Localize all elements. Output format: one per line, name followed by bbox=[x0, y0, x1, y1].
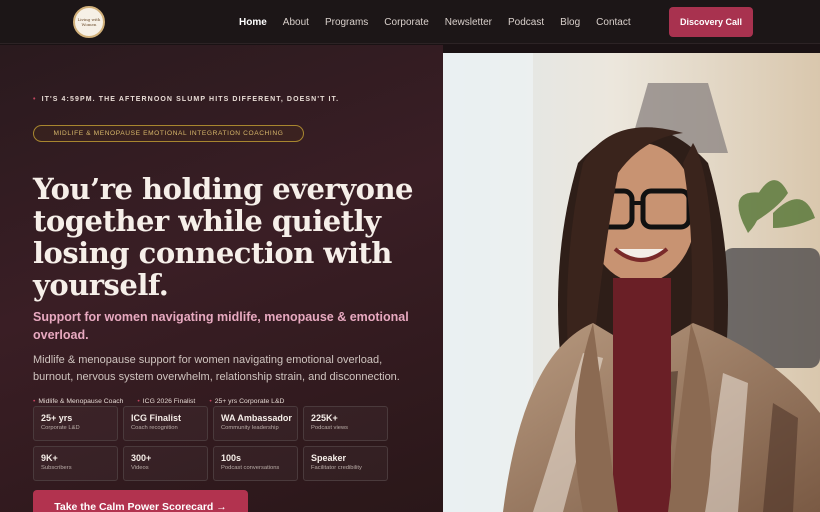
stat-value: Speaker bbox=[311, 453, 347, 463]
nav-newsletter[interactable]: Newsletter bbox=[445, 17, 492, 28]
stat-value: 225K+ bbox=[311, 413, 338, 423]
stat-label: Coach recognition bbox=[131, 425, 178, 431]
stat-value: 9K+ bbox=[41, 453, 58, 463]
nav-programs[interactable]: Programs bbox=[325, 17, 368, 28]
tag-text: Midlife & Menopause Coach bbox=[38, 397, 124, 405]
headline-line: yourself. bbox=[33, 268, 169, 302]
bullet-dot-icon: • bbox=[137, 397, 140, 405]
credential-tags: • Midlife & Menopause Coach • ICG 2026 Fin… bbox=[33, 396, 298, 406]
headline-line: losing connection with bbox=[33, 236, 392, 270]
hero-headline: You’re holding everyone together while q… bbox=[33, 173, 433, 301]
stat-label: Podcast conversations bbox=[221, 465, 280, 471]
stats-grid: 25+ yrs Corporate L&D ICG Finalist Coach r… bbox=[33, 406, 388, 481]
stat-value: WA Ambassador bbox=[221, 413, 292, 423]
stat-label: Podcast views bbox=[311, 425, 349, 431]
stat-card: 300+ Videos bbox=[123, 446, 208, 481]
stat-value: 100s bbox=[221, 453, 242, 463]
stat-label: Corporate L&D bbox=[41, 425, 80, 431]
stat-value: ICG Finalist bbox=[131, 413, 182, 423]
site-logo[interactable]: Living with Women bbox=[73, 6, 105, 38]
nav-corporate[interactable]: Corporate bbox=[384, 17, 428, 28]
headline-line: You’re holding everyone bbox=[33, 172, 414, 206]
coaching-pill-badge: MIDLIFE & MENOPAUSE EMOTIONAL INTEGRATIO… bbox=[33, 125, 304, 142]
discovery-call-button[interactable]: Discovery Call bbox=[669, 7, 753, 37]
credential-tag: • Midlife & Menopause Coach bbox=[33, 398, 123, 405]
stat-card: 225K+ Podcast views bbox=[303, 406, 388, 441]
kicker-text: IT'S 4:59PM. THE AFTERNOON SLUMP HITS DI… bbox=[41, 96, 340, 103]
stat-label: Videos bbox=[131, 465, 149, 471]
scorecard-button[interactable]: Take the Calm Power Scorecard → bbox=[33, 490, 248, 512]
stat-card: 100s Podcast conversations bbox=[213, 446, 298, 481]
stat-card: 9K+ Subscribers bbox=[33, 446, 118, 481]
nav-podcast[interactable]: Podcast bbox=[508, 17, 544, 28]
hero-kicker: • IT'S 4:59PM. THE AFTERNOON SLUMP HITS D… bbox=[33, 96, 339, 103]
stat-card: WA Ambassador Community leadership bbox=[213, 406, 298, 441]
stat-card: ICG Finalist Coach recognition bbox=[123, 406, 208, 441]
stat-value: 300+ bbox=[131, 453, 152, 463]
nav-home[interactable]: Home bbox=[239, 17, 267, 28]
tag-text: 25+ yrs Corporate L&D bbox=[214, 397, 285, 405]
hero-description: Midlife & menopause support for women na… bbox=[33, 354, 400, 383]
stat-card: 25+ yrs Corporate L&D bbox=[33, 406, 118, 441]
stat-value: 25+ yrs bbox=[41, 413, 73, 423]
stat-label: Subscribers bbox=[41, 465, 72, 471]
site-header: Living with Women Home About Programs Co… bbox=[0, 0, 820, 44]
stat-label: Community leadership bbox=[221, 425, 279, 431]
stat-card: Speaker Facilitator credibility bbox=[303, 446, 388, 481]
bullet-dot-icon: • bbox=[33, 397, 36, 405]
nav-about[interactable]: About bbox=[283, 17, 309, 28]
bullet-dot-icon: • bbox=[33, 96, 37, 103]
stat-label: Facilitator credibility bbox=[311, 465, 362, 471]
credential-tag: • 25+ yrs Corporate L&D bbox=[209, 398, 284, 405]
hero-portrait-photo bbox=[443, 53, 820, 512]
nav-blog[interactable]: Blog bbox=[560, 17, 580, 28]
bullet-dot-icon: • bbox=[209, 397, 212, 405]
tag-text: ICG 2026 Finalist bbox=[142, 397, 196, 405]
nav-contact[interactable]: Contact bbox=[596, 17, 630, 28]
main-nav: Home About Programs Corporate Newsletter… bbox=[239, 0, 647, 44]
credential-tag: • ICG 2026 Finalist bbox=[137, 398, 195, 405]
hero-subhead: Support for women navigating midlife, me… bbox=[33, 310, 409, 342]
headline-line: together while quietly bbox=[33, 204, 381, 238]
logo-text: Living with Women bbox=[77, 17, 101, 27]
portrait-illustration bbox=[443, 53, 820, 512]
